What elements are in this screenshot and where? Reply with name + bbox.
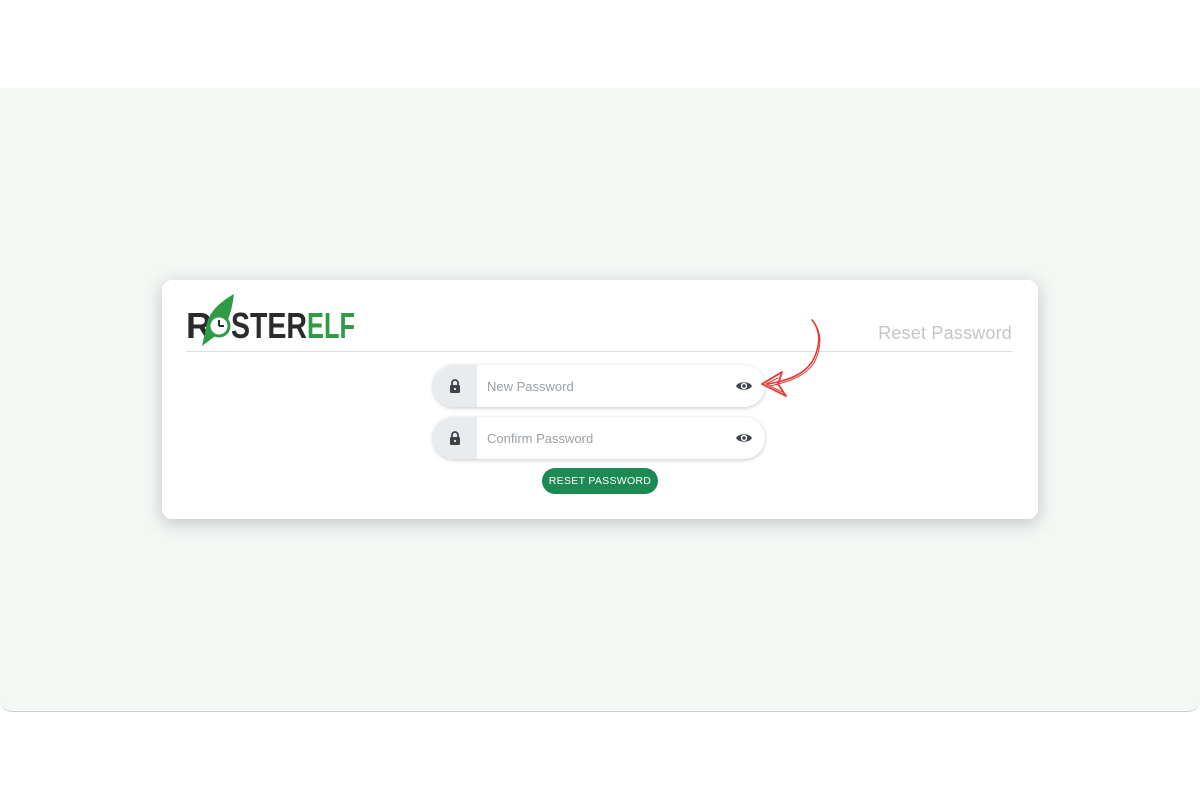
logo-text-ster: STER bbox=[231, 305, 307, 346]
reset-password-button[interactable]: RESET PASSWORD bbox=[542, 468, 658, 494]
header-divider bbox=[186, 351, 1012, 352]
reset-password-card: R STER ELF Reset Password RESET PASSWORD bbox=[162, 280, 1038, 519]
lock-icon bbox=[433, 417, 477, 459]
new-password-input[interactable] bbox=[477, 365, 721, 407]
eye-icon[interactable] bbox=[735, 378, 753, 394]
page-background: R STER ELF Reset Password RESET PASSWORD bbox=[0, 88, 1200, 712]
confirm-password-input[interactable] bbox=[477, 417, 721, 459]
rosterelf-logo: R STER ELF bbox=[186, 294, 355, 346]
logo-text-elf: ELF bbox=[307, 305, 355, 346]
page-title: Reset Password bbox=[878, 323, 1012, 343]
confirm-password-field bbox=[433, 417, 765, 459]
new-password-field bbox=[433, 365, 765, 407]
lock-icon bbox=[433, 365, 477, 407]
eye-icon[interactable] bbox=[735, 430, 753, 446]
